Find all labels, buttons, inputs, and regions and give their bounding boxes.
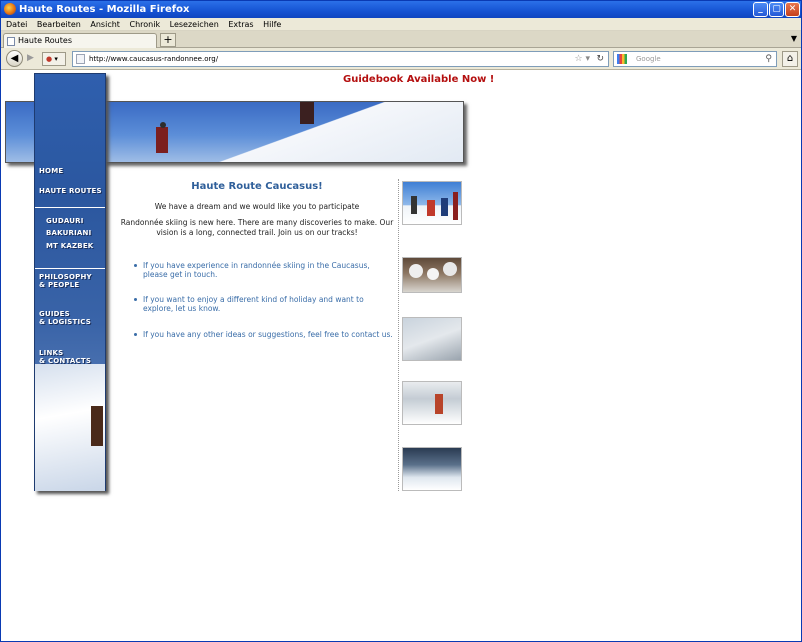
bookmark-star-icon[interactable]: ☆ ▾ [575, 52, 590, 66]
sidebar-nav: HOME HAUTE ROUTES GUDAURI BAKURIANI MT K… [34, 73, 106, 491]
photo-snowfield [402, 317, 462, 361]
title-bar: Haute Routes - Mozilla Firefox _ ▢ ✕ [1, 1, 801, 18]
browser-window: Haute Routes - Mozilla Firefox _ ▢ ✕ Dat… [0, 0, 802, 642]
search-placeholder: Google [636, 55, 661, 63]
photo-valley [402, 447, 462, 491]
close-button[interactable]: ✕ [785, 2, 800, 17]
home-button[interactable]: ⌂ [782, 51, 798, 67]
guidebook-link[interactable]: Guidebook Available Now ! [343, 74, 494, 85]
intro-vision: Randonnée skiing is new here. There are … [120, 218, 394, 237]
nav-guides[interactable]: GUIDES & LOGISTICS [39, 310, 91, 326]
menu-hilfe[interactable]: Hilfe [263, 20, 281, 29]
menu-bar: Datei Bearbeiten Ansicht Chronik Lesezei… [1, 18, 801, 31]
back-button[interactable]: ◀ [6, 50, 23, 67]
snow-slope [196, 102, 463, 162]
nav-philosophy[interactable]: PHILOSOPHY & PEOPLE [39, 273, 92, 289]
navigation-bar: ◀ ▶ ● ▾ http://www.caucasus-randonnee.or… [1, 48, 801, 70]
nav-bakuriani[interactable]: BAKURIANI [46, 229, 91, 237]
tab-haute-routes[interactable]: Haute Routes [3, 33, 157, 48]
new-tab-button[interactable]: + [160, 33, 176, 47]
site-icon [76, 54, 85, 64]
search-icon[interactable]: ⚲ [765, 52, 772, 66]
tab-label: Haute Routes [18, 36, 72, 45]
url-text: http://www.caucasus-randonnee.org/ [89, 55, 219, 63]
intro-dream: We have a dream and we would like you to… [154, 202, 360, 211]
menu-ansicht[interactable]: Ansicht [90, 20, 120, 29]
bullet-holiday[interactable]: If you want to enjoy a different kind of… [132, 295, 394, 313]
firefox-icon [4, 3, 16, 15]
history-dropdown[interactable]: ● ▾ [42, 52, 66, 66]
menu-datei[interactable]: Datei [6, 20, 27, 29]
nav-links[interactable]: LINKS & CONTACTS [39, 349, 91, 365]
nav-home[interactable]: HOME [39, 167, 63, 175]
skier-head [160, 122, 166, 128]
menu-extras[interactable]: Extras [228, 20, 253, 29]
url-bar[interactable]: http://www.caucasus-randonnee.org/ ☆ ▾ ↻ [72, 51, 609, 67]
bullet-ideas[interactable]: If you have any other ideas or suggestio… [132, 330, 394, 339]
forward-button[interactable]: ▶ [24, 52, 37, 65]
column-divider [398, 179, 399, 491]
page-icon [7, 37, 15, 46]
photo-group-skiers [402, 181, 462, 225]
history-icon: ● [46, 55, 53, 63]
page-title: Haute Route Caucasus! [191, 181, 323, 192]
photo-skier-red [402, 381, 462, 425]
window-title: Haute Routes - Mozilla Firefox [19, 4, 190, 15]
bullet-experience[interactable]: If you have experience in randonnée skii… [132, 261, 394, 279]
skier-photo-figure [91, 406, 103, 446]
google-icon [617, 54, 627, 64]
menu-chronik[interactable]: Chronik [129, 20, 160, 29]
nav-gudauri[interactable]: GUDAURI [46, 217, 84, 225]
minimize-button[interactable]: _ [753, 2, 768, 17]
search-input[interactable]: Google ⚲ [613, 51, 777, 67]
page-content: Guidebook Available Now ! HOME HAUTE ROU… [1, 71, 801, 641]
maximize-button[interactable]: ▢ [769, 2, 784, 17]
skier-figure [156, 127, 168, 153]
sidebar-skier-image [35, 364, 105, 491]
tab-list-icon[interactable]: ▼ [791, 34, 797, 43]
nav-divider [35, 207, 105, 208]
tab-bar: Haute Routes + ▼ [1, 31, 801, 48]
photo-gondolas [402, 257, 462, 293]
reload-icon[interactable]: ↻ [596, 52, 604, 66]
menu-lesezeichen[interactable]: Lesezeichen [170, 20, 219, 29]
nav-haute-routes[interactable]: HAUTE ROUTES [39, 187, 102, 195]
skier-figure-2 [300, 102, 314, 124]
nav-mt-kazbek[interactable]: MT KAZBEK [46, 242, 93, 250]
menu-bearbeiten[interactable]: Bearbeiten [37, 20, 81, 29]
nav-divider [35, 268, 105, 269]
